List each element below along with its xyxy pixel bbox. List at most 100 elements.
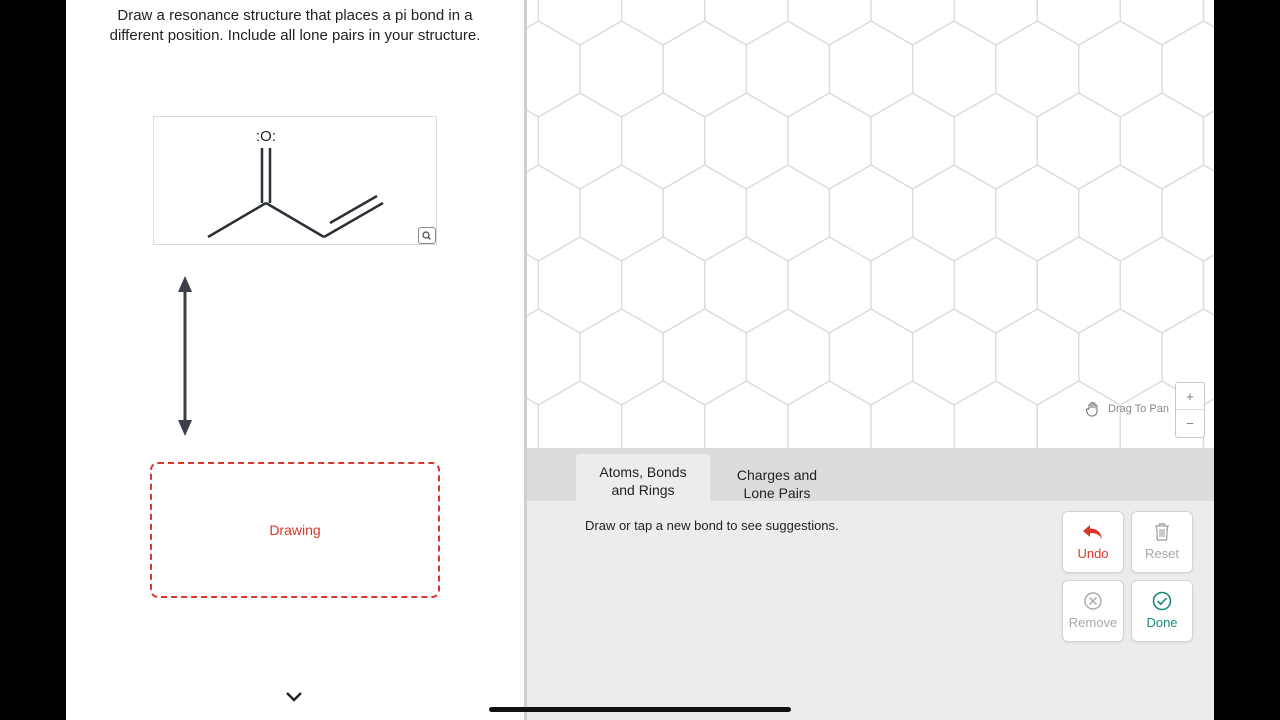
grid-hexagon	[537, 236, 623, 334]
grid-hexagon	[828, 308, 914, 406]
tab-label-line-2: Lone Pairs	[743, 485, 811, 501]
resonance-arrow-icon	[178, 276, 192, 436]
grid-hexagon	[620, 92, 706, 190]
grid-hexagon	[870, 92, 955, 190]
grid-hexagon	[527, 164, 581, 262]
grid-hexagon	[1036, 236, 1122, 334]
reset-button[interactable]: Reset	[1131, 511, 1193, 573]
grid-hexagon	[787, 380, 872, 448]
zoom-control: + −	[1175, 382, 1205, 438]
grid-hexagon	[995, 308, 1080, 406]
grid-hexagon	[1202, 398, 1214, 448]
grid-hexagon	[1119, 0, 1205, 46]
tab-label-line-1: Atoms, Bonds	[599, 464, 687, 480]
grid-hexagon	[828, 20, 914, 118]
molecule-diagram: :O:	[207, 128, 384, 239]
tool-tab-bar: Atoms, Bonds and Rings Charges and Lone …	[527, 448, 1214, 501]
grid-hexagon	[870, 236, 955, 334]
grid-hexagon	[1202, 254, 1214, 316]
grid-hexagon	[911, 20, 997, 118]
chevron-down-icon[interactable]	[284, 690, 304, 704]
question-pane: Draw a resonance structure that places a…	[66, 0, 524, 720]
grid-hexagon	[870, 380, 955, 448]
tab-charges-lone-pairs[interactable]: Charges and Lone Pairs	[710, 454, 844, 501]
grid-hexagon	[911, 164, 997, 262]
grid-hexagon	[704, 236, 789, 334]
grid-hexagon	[1161, 20, 1214, 118]
question-line-1: Draw a resonance structure that places a…	[117, 7, 473, 24]
zoom-out-button[interactable]: −	[1176, 410, 1204, 437]
grid-hexagon	[704, 92, 789, 190]
suggestion-hint: Draw or tap a new bond to see suggestion…	[585, 518, 839, 533]
grid-hexagon	[527, 397, 540, 448]
grid-hexagon	[527, 253, 540, 317]
undo-button[interactable]: Undo	[1062, 511, 1124, 573]
grid-hexagon	[537, 380, 623, 448]
grid-hexagon	[870, 0, 955, 46]
trash-icon	[1153, 521, 1171, 543]
grid-hexagon	[828, 164, 914, 262]
grid-hexagon	[745, 308, 831, 406]
close-circle-icon	[1083, 590, 1103, 612]
grid-hexagon	[527, 109, 540, 173]
grid-hexagon	[1119, 92, 1205, 190]
grid-hexagon	[787, 92, 872, 190]
grid-hexagon	[787, 236, 872, 334]
question-text: Draw a resonance structure that places a…	[86, 6, 504, 46]
grid-hexagon	[527, 308, 581, 406]
drag-to-pan-hint: Drag To Pan	[1084, 400, 1169, 418]
grid-hexagon	[662, 308, 747, 406]
grid-hexagon	[579, 20, 664, 118]
grid-hexagon	[953, 92, 1038, 190]
bond-methyl-carbonyl	[207, 201, 267, 239]
grid-hexagon	[1119, 236, 1205, 334]
grid-hexagon	[527, 20, 581, 118]
grid-hexagon	[953, 380, 1038, 448]
bond-carbonyl-vinyl	[265, 201, 325, 239]
grid-hexagon	[953, 0, 1038, 46]
grid-hexagon	[620, 380, 706, 448]
grid-hexagon	[579, 164, 664, 262]
grid-hexagon	[1036, 0, 1122, 46]
grid-hexagon	[995, 20, 1080, 118]
tab-label-line-2: and Rings	[611, 482, 675, 498]
magnifier-icon	[422, 231, 431, 240]
grid-hexagon	[745, 20, 831, 118]
grid-hexagon	[662, 164, 747, 262]
drawing-answer-box[interactable]: Drawing	[150, 462, 440, 598]
grid-hexagon	[1078, 164, 1163, 262]
oxygen-label: :O:	[256, 128, 276, 145]
grid-hexagon	[1036, 92, 1122, 190]
undo-label: Undo	[1077, 546, 1109, 561]
check-circle-icon	[1152, 590, 1172, 612]
question-line-2: different position. Include all lone pai…	[109, 27, 481, 44]
grid-hexagon	[620, 236, 706, 334]
home-indicator[interactable]	[489, 707, 791, 712]
grid-hexagon	[1078, 308, 1163, 406]
app-window: Draw a resonance structure that places a…	[66, 0, 1214, 720]
reset-label: Reset	[1145, 546, 1179, 561]
grid-hexagon	[787, 0, 872, 46]
grid-hexagon	[620, 0, 706, 46]
grid-hexagon	[662, 20, 747, 118]
grid-hexagon	[953, 236, 1038, 334]
remove-button[interactable]: Remove	[1062, 580, 1124, 642]
drawing-label: Drawing	[269, 522, 321, 538]
undo-icon	[1082, 521, 1104, 543]
grid-hexagon	[579, 308, 664, 406]
tab-label-line-1: Charges and	[736, 467, 818, 483]
grid-hexagon	[537, 92, 623, 190]
drawing-canvas[interactable]: Drag To Pan + −	[527, 0, 1214, 448]
zoom-in-button[interactable]: +	[1176, 383, 1204, 410]
grid-hexagon	[1161, 164, 1214, 262]
given-structure: :O:	[153, 116, 437, 245]
grid-hexagon	[745, 164, 831, 262]
magnify-structure-button[interactable]	[418, 227, 436, 244]
grid-hexagon	[995, 164, 1080, 262]
grid-hexagon	[704, 380, 789, 448]
done-button[interactable]: Done	[1131, 580, 1193, 642]
hexagon-grid	[527, 0, 1214, 448]
done-label: Done	[1146, 615, 1178, 630]
tab-atoms-bonds-rings[interactable]: Atoms, Bonds and Rings	[576, 454, 710, 501]
sketcher-pane: Drag To Pan + − Atoms, Bonds and Rings C…	[527, 0, 1214, 720]
